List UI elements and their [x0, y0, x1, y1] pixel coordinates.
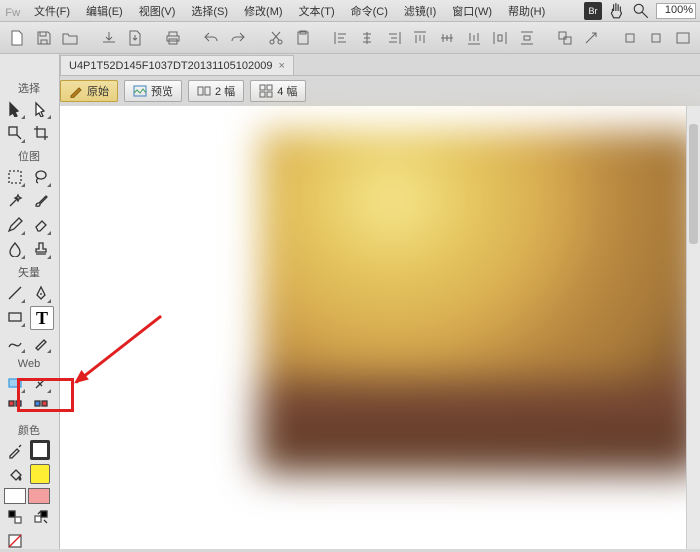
menu-select[interactable]: 选择(S) [185, 1, 234, 21]
menu-file[interactable]: 文件(F) [28, 1, 76, 21]
slice-tool-icon[interactable] [30, 372, 52, 394]
view-options-bar: 原始 预览 2 幅 4 幅 [60, 76, 306, 106]
marquee-tool-icon[interactable] [4, 166, 26, 188]
knife-tool-icon[interactable] [30, 332, 52, 354]
distribute-h-icon[interactable] [489, 26, 512, 50]
menu-view[interactable]: 视图(V) [133, 1, 182, 21]
section-select: 选择 [4, 76, 54, 98]
blur-tool-icon[interactable] [4, 238, 26, 260]
accent-swatch[interactable] [28, 488, 50, 504]
section-bitmap: 位图 [4, 144, 54, 166]
section-web: Web [4, 354, 54, 372]
stroke-swatch[interactable] [30, 440, 50, 460]
bg-swatch[interactable] [4, 488, 26, 504]
split-2-icon [197, 84, 211, 98]
zoom-input[interactable]: 100% [656, 3, 696, 19]
eraser-tool-icon[interactable] [30, 214, 52, 236]
pencil-tool-icon[interactable] [4, 214, 26, 236]
tab-title: U4P1T52D145F1037DT20131105102009 [69, 60, 272, 72]
view-original-button[interactable]: 原始 [60, 80, 118, 102]
align-vcenter-icon[interactable] [436, 26, 459, 50]
menu-filter[interactable]: 滤镜(I) [398, 1, 442, 21]
align-left-icon[interactable] [329, 26, 352, 50]
pencil-icon [69, 84, 83, 98]
align-top-icon[interactable] [409, 26, 432, 50]
print-icon[interactable] [162, 26, 185, 50]
hand-icon[interactable] [608, 2, 626, 20]
stamp-tool-icon[interactable] [30, 238, 52, 260]
view-4up-label: 4 幅 [277, 83, 297, 99]
show-slice-icon[interactable] [30, 396, 52, 418]
vertical-scrollbar[interactable] [686, 106, 700, 549]
view-preview-button[interactable]: 预览 [124, 80, 182, 102]
view-2up-label: 2 幅 [215, 83, 235, 99]
split-4-icon [259, 84, 273, 98]
section-colors: 颜色 [4, 418, 54, 440]
document-tab-bar: U4P1T52D145F1037DT20131105102009 × [0, 54, 700, 76]
arrange-icon[interactable] [580, 26, 603, 50]
rotate-left-icon[interactable] [618, 26, 641, 50]
menu-text[interactable]: 文本(T) [293, 1, 341, 21]
eyedropper-stroke-icon[interactable] [4, 440, 26, 462]
new-file-icon[interactable] [6, 26, 29, 50]
open-icon[interactable] [59, 26, 82, 50]
clipboard-icon[interactable] [291, 26, 314, 50]
tools-panel: 选择 位图 矢量 T Web [0, 54, 60, 549]
text-tool-icon[interactable]: T [30, 306, 54, 330]
subselect-tool-icon[interactable] [30, 98, 52, 120]
crop-tool-icon[interactable] [30, 122, 52, 144]
line-tool-icon[interactable] [4, 282, 26, 304]
save-icon[interactable] [33, 26, 56, 50]
tab-close-icon[interactable]: × [278, 60, 284, 72]
view-2up-button[interactable]: 2 幅 [188, 80, 244, 102]
freeform-tool-icon[interactable] [4, 332, 26, 354]
search-icon[interactable] [632, 2, 650, 20]
undo-icon[interactable] [200, 26, 223, 50]
menu-edit[interactable]: 编辑(E) [80, 1, 129, 21]
default-colors-icon[interactable] [4, 506, 26, 528]
canvas-area[interactable] [60, 106, 700, 549]
paint-bucket-icon[interactable] [4, 464, 26, 486]
lasso-tool-icon[interactable] [30, 166, 52, 188]
image-icon [133, 84, 147, 98]
section-vector: 矢量 [4, 260, 54, 282]
bridge-icon[interactable]: Br [584, 2, 602, 20]
hotspot-tool-icon[interactable] [4, 372, 26, 394]
main-toolbar [0, 22, 700, 54]
align-hcenter-icon[interactable] [356, 26, 379, 50]
pen-tool-icon[interactable] [30, 282, 52, 304]
redo-icon[interactable] [227, 26, 250, 50]
swap-colors-icon[interactable] [30, 506, 52, 528]
pointer-tool-icon[interactable] [4, 98, 26, 120]
rotate-right-icon[interactable] [645, 26, 668, 50]
menu-bar: Fw 文件(F) 编辑(E) 视图(V) 选择(S) 修改(M) 文本(T) 命… [0, 0, 700, 22]
document-tab[interactable]: U4P1T52D145F1037DT20131105102009 × [60, 55, 294, 75]
menu-modify[interactable]: 修改(M) [238, 1, 289, 21]
app-logo-icon: Fw [4, 3, 24, 19]
group-icon[interactable] [554, 26, 577, 50]
rectangle-tool-icon[interactable] [4, 306, 26, 328]
fill-swatch[interactable] [30, 464, 50, 484]
align-right-icon[interactable] [383, 26, 406, 50]
distribute-v-icon[interactable] [515, 26, 538, 50]
svg-text:Fw: Fw [5, 7, 21, 19]
document-image [260, 131, 700, 471]
menu-window[interactable]: 窗口(W) [446, 1, 498, 21]
menu-command[interactable]: 命令(C) [345, 1, 394, 21]
brush-tool-icon[interactable] [30, 190, 52, 212]
flip-h-icon[interactable] [671, 26, 694, 50]
view-original-label: 原始 [87, 83, 109, 99]
scale-tool-icon[interactable] [4, 122, 26, 144]
view-4up-button[interactable]: 4 幅 [250, 80, 306, 102]
menu-help[interactable]: 帮助(H) [502, 1, 551, 21]
magic-wand-tool-icon[interactable] [4, 190, 26, 212]
hide-slice-icon[interactable] [4, 396, 26, 418]
view-preview-label: 预览 [151, 83, 173, 99]
cut-icon[interactable] [265, 26, 288, 50]
align-bottom-icon[interactable] [462, 26, 485, 50]
import-icon[interactable] [97, 26, 120, 50]
export-icon[interactable] [124, 26, 147, 50]
